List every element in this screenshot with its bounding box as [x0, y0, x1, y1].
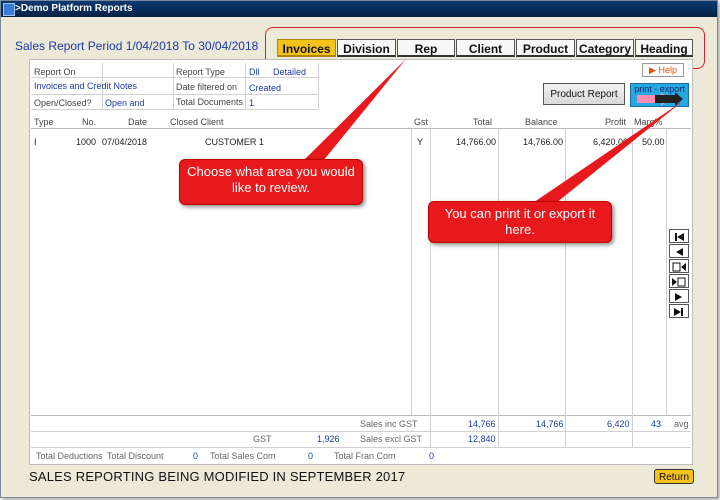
export-callout: You can print it or export it here. — [428, 201, 612, 243]
report-window: >Demo Platform Reports Sales Report Peri… — [0, 0, 718, 498]
callout-arrows — [301, 59, 683, 215]
tabs-callout: Choose what area you would like to revie… — [179, 159, 363, 205]
